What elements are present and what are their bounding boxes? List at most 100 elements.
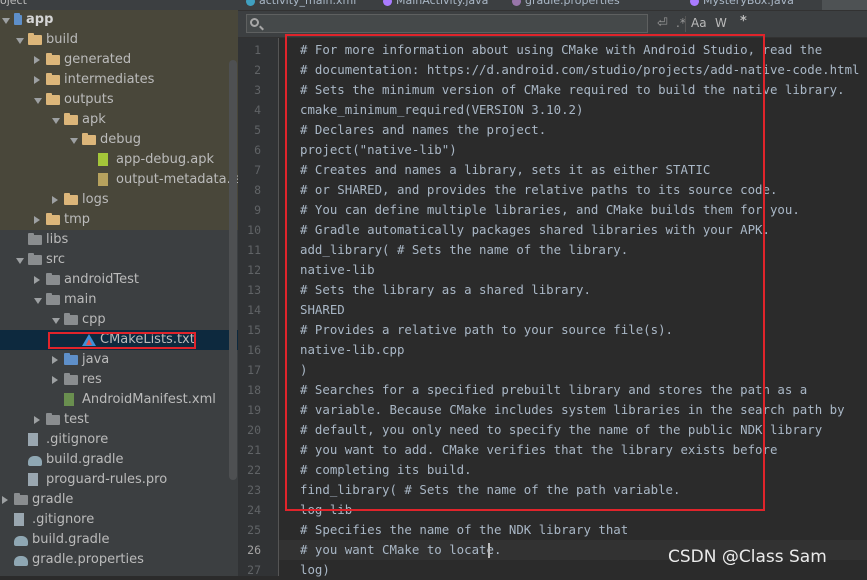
tab[interactable]: activity_main.xml <box>246 0 356 7</box>
chevron-down-icon[interactable] <box>34 298 42 304</box>
tree-item-label: proguard-rules.pro <box>46 472 168 487</box>
line-number: 24 <box>247 503 261 517</box>
json-file-icon <box>98 173 108 186</box>
tab-label: activity_main.xml <box>259 0 357 7</box>
chevron-right-icon[interactable] <box>52 356 58 364</box>
tab[interactable]: MainActivity.java <box>383 0 488 7</box>
tab[interactable]: MysteryBox.java <box>690 0 794 7</box>
tree-item[interactable]: generated <box>0 50 238 70</box>
gitignore-file-icon <box>28 433 38 446</box>
tree-item[interactable]: libs <box>0 230 238 250</box>
line-number: 9 <box>254 203 261 217</box>
tree-item-label: build <box>46 32 78 47</box>
tree-item-label: intermediates <box>64 72 155 87</box>
chevron-down-icon[interactable] <box>16 258 24 264</box>
tree-item-label: .gitignore <box>32 512 95 527</box>
class-tab-icon <box>690 0 699 6</box>
xml-file-icon <box>64 393 74 406</box>
regex-button[interactable]: * <box>740 14 747 29</box>
tree-item[interactable]: androidTest <box>0 270 238 290</box>
tree-item-label: .gitignore <box>46 432 109 447</box>
match-case-button[interactable]: Aa <box>691 16 707 30</box>
tree-item[interactable]: outputs <box>0 90 238 110</box>
tree-item[interactable]: test <box>0 410 238 430</box>
line-number: 27 <box>247 563 261 577</box>
tree-item[interactable]: .gitignore <box>0 510 238 530</box>
chevron-right-icon[interactable] <box>34 216 40 224</box>
tree-item[interactable]: app <box>0 10 238 30</box>
newline-icon[interactable]: ⏎ <box>657 16 668 31</box>
chevron-right-icon[interactable] <box>34 76 40 84</box>
chevron-down-icon[interactable] <box>70 138 78 144</box>
chevron-down-icon[interactable] <box>52 118 60 124</box>
line-number: 6 <box>254 143 261 157</box>
tab-active[interactable] <box>822 0 867 10</box>
tree-item[interactable]: cpp <box>0 310 238 330</box>
tree-item-label: java <box>82 352 110 367</box>
tree-item[interactable]: tmp <box>0 210 238 230</box>
chevron-down-icon[interactable] <box>34 98 42 104</box>
tree-item-label: generated <box>64 52 132 67</box>
tree-item[interactable]: build.gradle <box>0 530 238 550</box>
folder-grey-icon <box>46 273 60 285</box>
watermark: CSDN @Class Sam <box>668 547 827 567</box>
tree-item[interactable]: build <box>0 30 238 50</box>
tree-item-label: src <box>46 252 65 267</box>
tree-item[interactable]: java <box>0 350 238 370</box>
tree-item[interactable]: .gitignore <box>0 430 238 450</box>
tree-item-label: build.gradle <box>46 452 124 467</box>
tree-item[interactable]: debug <box>0 130 238 150</box>
tree-item[interactable]: intermediates <box>0 70 238 90</box>
chevron-right-icon[interactable] <box>34 276 40 284</box>
search-input[interactable] <box>246 14 648 33</box>
tree-item-label: gradle.properties <box>32 552 144 567</box>
tree-item-label: outputs <box>64 92 114 107</box>
chevron-down-icon[interactable] <box>2 18 10 24</box>
chevron-down-icon[interactable] <box>16 38 24 44</box>
tree-item[interactable]: logs <box>0 190 238 210</box>
tree-item-label: debug <box>100 132 141 147</box>
line-number: 3 <box>254 83 261 97</box>
line-number: 13 <box>247 283 261 297</box>
tree-item-label: apk <box>82 112 106 127</box>
folder-icon <box>46 93 60 105</box>
editor-scrollbar[interactable] <box>855 38 867 576</box>
tree-item[interactable]: AndroidManifest.xml <box>0 390 238 410</box>
tree-scrollbar[interactable] <box>229 60 237 480</box>
line-number: 10 <box>247 223 261 237</box>
chevron-right-icon[interactable] <box>34 56 40 64</box>
tree-item[interactable]: gradle <box>0 490 238 510</box>
tree-item[interactable]: apk <box>0 110 238 130</box>
chevron-right-icon[interactable] <box>2 496 8 504</box>
tree-item[interactable]: build.gradle <box>0 450 238 470</box>
gitignore-file-icon <box>14 513 24 526</box>
tree-item-label: tmp <box>64 212 91 227</box>
chevron-right-icon[interactable] <box>34 416 40 424</box>
line-number: 14 <box>247 303 261 317</box>
module-icon <box>14 13 22 25</box>
tree-item[interactable]: gradle.properties <box>0 550 238 570</box>
chevron-down-icon[interactable] <box>52 318 60 324</box>
tree-item-label: androidTest <box>64 272 139 287</box>
folder-icon <box>28 33 42 45</box>
line-number: 7 <box>254 163 261 177</box>
res-folder-icon <box>64 373 78 385</box>
tree-item[interactable]: src <box>0 250 238 270</box>
tree-item[interactable]: res <box>0 370 238 390</box>
tab[interactable]: gradle.properties <box>512 0 620 7</box>
tree-item[interactable]: app-debug.apk <box>0 150 238 170</box>
whole-word-button[interactable]: W <box>715 16 727 30</box>
chevron-right-icon[interactable] <box>52 196 58 204</box>
tree-item[interactable]: output-metadata.json <box>0 170 238 190</box>
tree-item[interactable]: proguard-rules.pro <box>0 470 238 490</box>
class-tab-icon <box>383 0 392 6</box>
tree-item[interactable]: main <box>0 290 238 310</box>
tree-item-label: app <box>26 12 54 27</box>
tree-item-label: logs <box>82 192 109 207</box>
line-number: 25 <box>247 523 261 537</box>
line-number: 26 <box>247 543 261 557</box>
chevron-right-icon[interactable] <box>52 376 58 384</box>
code-line[interactable]: # Specifies the name of the NDK library … <box>300 520 860 540</box>
gradle-icon <box>14 536 28 546</box>
line-number: 18 <box>247 383 261 397</box>
